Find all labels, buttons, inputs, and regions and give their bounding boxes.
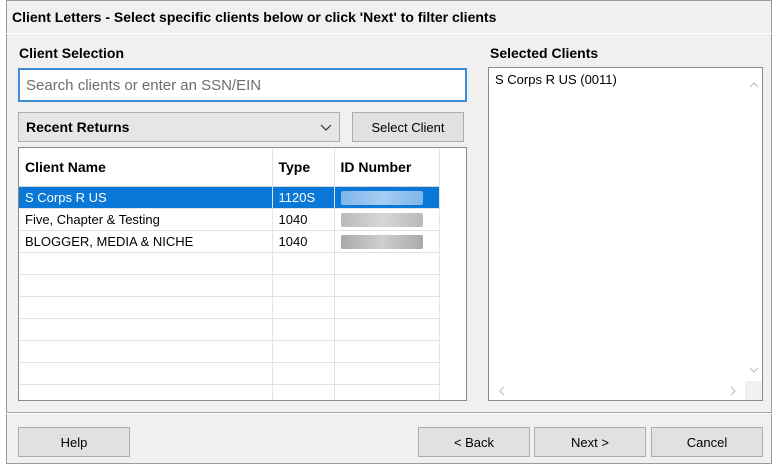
column-header-id-number[interactable]: ID Number bbox=[334, 148, 440, 187]
cell-type: 1040 bbox=[272, 208, 335, 231]
table-header-row: Client Name Type ID Number bbox=[19, 148, 440, 187]
column-header-type[interactable]: Type bbox=[272, 148, 335, 187]
client-table: Client Name Type ID Number S Corps R US … bbox=[18, 147, 467, 401]
chevron-down-icon bbox=[320, 124, 332, 131]
cell-type: 1120S bbox=[272, 186, 335, 209]
list-item[interactable]: S Corps R US (0011) bbox=[495, 72, 617, 87]
empty-row bbox=[19, 384, 440, 400]
scroll-down-icon[interactable] bbox=[749, 365, 759, 375]
cancel-button[interactable]: Cancel bbox=[651, 427, 763, 457]
horizontal-scrollbar[interactable] bbox=[489, 381, 746, 400]
cell-id-number bbox=[334, 186, 440, 209]
column-header-client-name[interactable]: Client Name bbox=[19, 148, 273, 187]
recent-returns-dropdown[interactable]: Recent Returns bbox=[18, 112, 340, 142]
empty-row bbox=[19, 296, 440, 319]
empty-row bbox=[19, 318, 440, 341]
search-input[interactable] bbox=[20, 70, 465, 100]
selected-clients-list[interactable]: S Corps R US (0011) bbox=[488, 67, 763, 401]
table-row[interactable]: Five, Chapter & Testing 1040 bbox=[19, 208, 440, 231]
cell-client-name: BLOGGER, MEDIA & NICHE bbox=[19, 230, 273, 253]
vertical-scrollbar[interactable] bbox=[745, 68, 762, 381]
dropdown-selected-value: Recent Returns bbox=[26, 119, 130, 135]
scrollbar-corner bbox=[745, 381, 762, 400]
empty-row bbox=[19, 362, 440, 385]
scroll-up-icon[interactable] bbox=[749, 80, 759, 90]
help-button[interactable]: Help bbox=[18, 427, 130, 457]
redacted-id bbox=[340, 190, 423, 205]
client-selection-label: Client Selection bbox=[19, 45, 125, 61]
next-button[interactable]: Next > bbox=[534, 427, 646, 457]
select-client-button[interactable]: Select Client bbox=[352, 112, 464, 142]
table-row[interactable]: S Corps R US 1120S bbox=[19, 186, 440, 209]
redacted-id bbox=[340, 234, 423, 249]
cell-id-number bbox=[334, 230, 440, 253]
back-button[interactable]: < Back bbox=[418, 427, 530, 457]
empty-row bbox=[19, 252, 440, 275]
cell-type: 1040 bbox=[272, 230, 335, 253]
header-divider bbox=[6, 33, 772, 34]
grid-right-border bbox=[439, 148, 440, 400]
search-field[interactable] bbox=[18, 68, 467, 102]
selected-clients-label: Selected Clients bbox=[490, 45, 599, 61]
scroll-right-icon[interactable] bbox=[728, 386, 738, 396]
empty-row bbox=[19, 274, 440, 297]
scroll-left-icon[interactable] bbox=[497, 386, 507, 396]
cell-client-name: Five, Chapter & Testing bbox=[19, 208, 273, 231]
dialog-title: Client Letters - Select specific clients… bbox=[12, 9, 497, 25]
client-table-grid: Client Name Type ID Number S Corps R US … bbox=[19, 148, 440, 400]
empty-row bbox=[19, 340, 440, 363]
table-row[interactable]: BLOGGER, MEDIA & NICHE 1040 bbox=[19, 230, 440, 253]
footer-divider-highlight bbox=[6, 413, 772, 414]
cell-client-name: S Corps R US bbox=[19, 186, 273, 209]
cell-id-number bbox=[334, 208, 440, 231]
redacted-id bbox=[340, 212, 423, 227]
